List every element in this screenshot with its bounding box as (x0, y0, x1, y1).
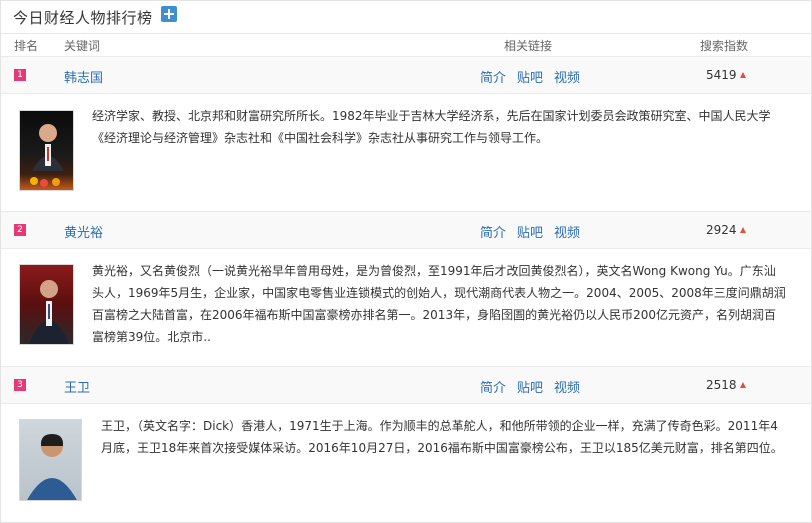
related-links: 简介 贴吧 视频 (480, 222, 591, 241)
tieba-link[interactable]: 贴吧 (517, 71, 543, 86)
search-index-value: 5419 (706, 68, 737, 82)
search-index-value: 2924 (706, 223, 737, 237)
column-headers: 排名 关键词 相关链接 搜索指数 (1, 34, 811, 56)
entry-detail-3: 王卫，（英文名字：Dick）香港人，1971生于上海。作为顺丰的总革舵人，和他所… (1, 404, 811, 521)
col-rank: 排名 (14, 38, 39, 53)
entry-row-1: 1 韩志国 简介 贴吧 视频 5419 (1, 56, 811, 94)
person-name-link[interactable]: 韩志国 (64, 67, 103, 86)
entry-row-3: 3 王卫 简介 贴吧 视频 2518 (1, 366, 811, 404)
search-index: 2924 (706, 223, 746, 237)
related-links: 简介 贴吧 视频 (480, 67, 591, 86)
add-plus-icon[interactable] (160, 6, 177, 22)
tieba-link[interactable]: 贴吧 (517, 381, 543, 396)
intro-link[interactable]: 简介 (480, 226, 506, 241)
col-keyword: 关键词 (64, 38, 101, 53)
rank-badge: 3 (14, 379, 26, 391)
video-link[interactable]: 视频 (554, 381, 580, 396)
rank-badge: 2 (14, 224, 26, 236)
intro-link[interactable]: 简介 (480, 71, 506, 86)
intro-link[interactable]: 简介 (480, 381, 506, 396)
trend-up-icon (739, 382, 746, 388)
search-index: 2518 (706, 378, 746, 392)
search-index: 5419 (706, 68, 746, 82)
search-index-value: 2518 (706, 378, 737, 392)
person-description: 王卫，（英文名字：Dick）香港人，1971生于上海。作为顺丰的总革舵人，和他所… (101, 419, 783, 455)
panel-title: 今日财经人物排行榜 (13, 8, 153, 27)
person-description: 经济学家、教授、北京邦和财富研究所所长。1982年毕业于吉林大学经济系，先后在国… (92, 109, 771, 145)
entry-row-2: 2 黄光裕 简介 贴吧 视频 2924 (1, 211, 811, 249)
person-name-link[interactable]: 王卫 (64, 377, 90, 396)
person-photo (19, 264, 74, 345)
col-links: 相关链接 (504, 38, 553, 53)
col-index: 搜索指数 (700, 38, 749, 53)
entry-detail-2: 黄光裕，又名黄俊烈（一说黄光裕早年曾用母姓，是为曾俊烈，至1991年后才改回黄俊… (1, 249, 811, 366)
tieba-link[interactable]: 贴吧 (517, 226, 543, 241)
person-photo (19, 110, 74, 191)
person-photo (19, 419, 82, 501)
trend-up-icon (739, 227, 746, 233)
person-description: 黄光裕，又名黄俊烈（一说黄光裕早年曾用母姓，是为曾俊烈，至1991年后才改回黄俊… (92, 264, 786, 344)
trend-up-icon (739, 72, 746, 78)
person-name-link[interactable]: 黄光裕 (64, 222, 103, 241)
entry-detail-1: 经济学家、教授、北京邦和财富研究所所长。1982年毕业于吉林大学经济系，先后在国… (1, 94, 811, 211)
rank-badge: 1 (14, 69, 26, 81)
ranking-panel: 今日财经人物排行榜 排名 关键词 相关链接 搜索指数 1 韩志国 简介 贴吧 视频 … (0, 0, 812, 523)
video-link[interactable]: 视频 (554, 226, 580, 241)
video-link[interactable]: 视频 (554, 71, 580, 86)
panel-header: 今日财经人物排行榜 (1, 1, 811, 34)
related-links: 简介 贴吧 视频 (480, 377, 591, 396)
